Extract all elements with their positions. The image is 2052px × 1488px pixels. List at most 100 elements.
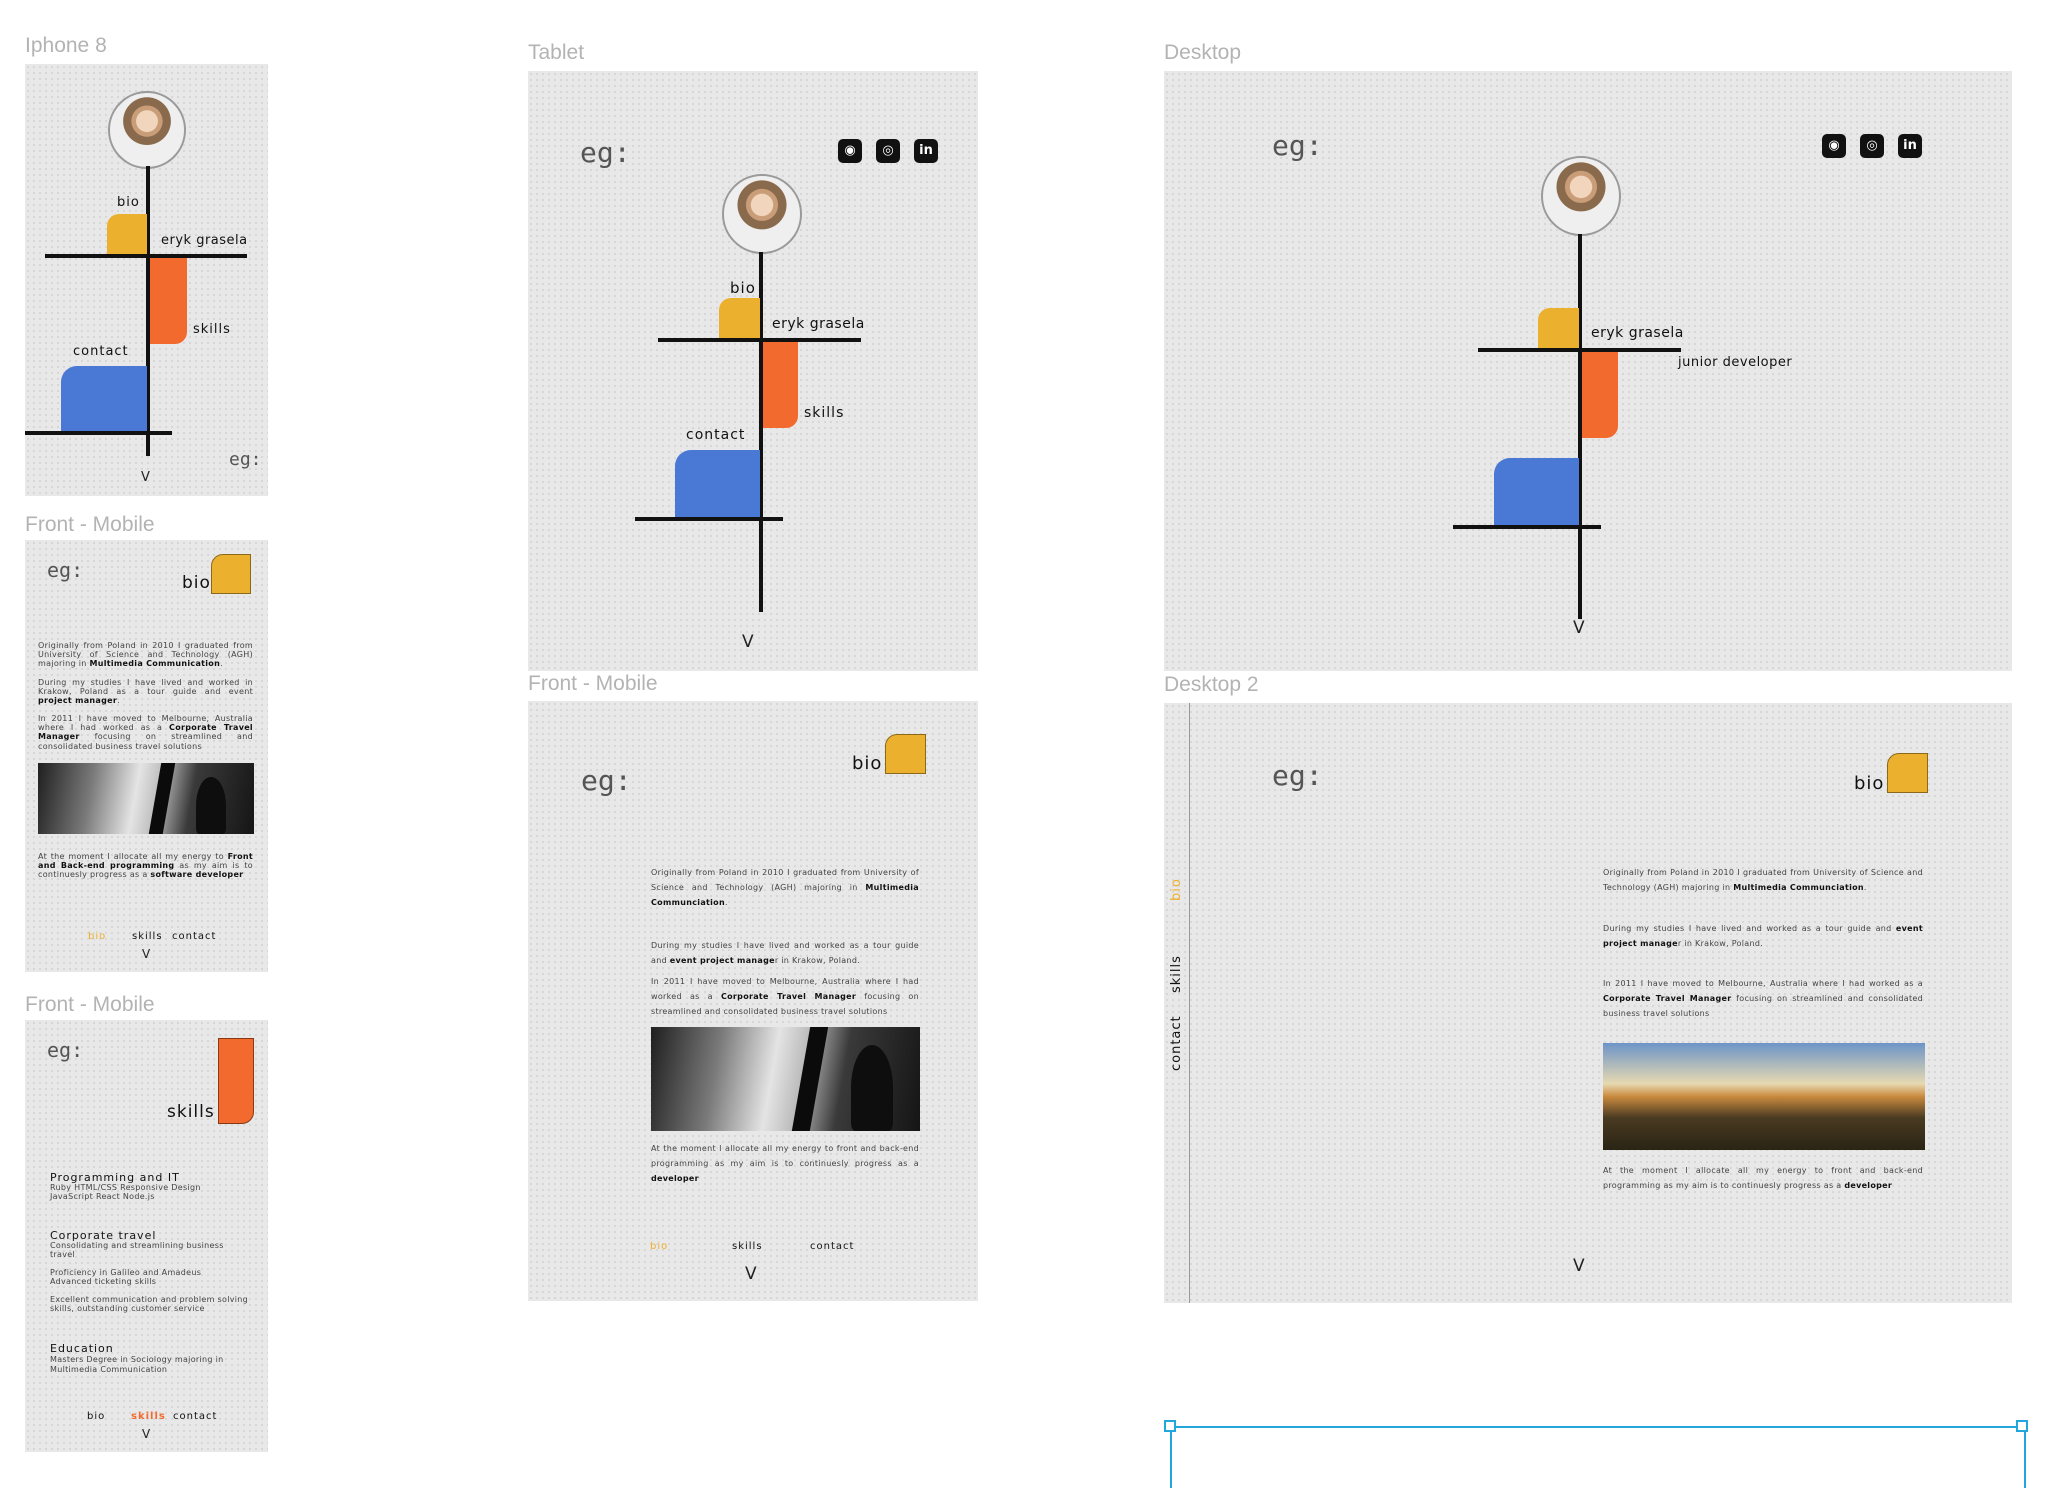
- frame-label-desktop2[interactable]: Desktop 2: [1164, 673, 1259, 697]
- horizontal-axis-line: [45, 254, 247, 258]
- bio-paragraph-1: Originally from Poland in 2010 I graduat…: [38, 641, 253, 669]
- frame-desktop2[interactable]: bio skills contact eg: bio Originally fr…: [1164, 703, 2012, 1303]
- nav-bio[interactable]: bio: [650, 1241, 668, 1252]
- bio-photo: [38, 763, 254, 834]
- nav-contact[interactable]: contact: [172, 931, 216, 942]
- skills-block[interactable]: [150, 258, 187, 344]
- github-icon[interactable]: ◉: [1822, 134, 1846, 158]
- logo[interactable]: eg:: [1272, 129, 1323, 162]
- nav-skills[interactable]: skills: [732, 1241, 763, 1252]
- logo[interactable]: eg:: [47, 1038, 83, 1062]
- contact-label[interactable]: contact: [686, 427, 745, 443]
- contact-block[interactable]: [1494, 458, 1579, 527]
- contact-label[interactable]: contact: [73, 344, 129, 359]
- scroll-down-chevron[interactable]: V: [141, 470, 150, 485]
- frame-label-desktop[interactable]: Desktop: [1164, 41, 1241, 65]
- frame-tablet-bio[interactable]: eg: bio Originally from Poland in 2010 I…: [528, 701, 978, 1301]
- frame-label-tablet[interactable]: Tablet: [528, 41, 584, 65]
- bio-paragraph-4: At the moment I allocate all my energy t…: [1603, 1166, 1923, 1191]
- frame-label-front-mobile-2[interactable]: Front - Mobile: [25, 993, 155, 1017]
- photo-person: [1843, 1063, 1887, 1150]
- frame-label-front-mobile-1[interactable]: Front - Mobile: [25, 513, 155, 537]
- bio-paragraph-1: Originally from Poland in 2010 I graduat…: [1603, 868, 1923, 893]
- photo-person: [196, 777, 226, 834]
- logo[interactable]: eg:: [580, 136, 631, 169]
- logo[interactable]: eg:: [1272, 759, 1323, 792]
- bio-paragraph-2: During my studies I have lived and worke…: [651, 941, 919, 966]
- skills-heading: skills: [167, 1102, 215, 1122]
- frame-selection-box[interactable]: [1170, 1426, 2026, 1488]
- side-nav-skills[interactable]: skills: [1169, 955, 1184, 993]
- role-label: junior developer: [1678, 355, 1793, 370]
- scroll-down-chevron[interactable]: V: [745, 1264, 757, 1284]
- bio-paragraph-4: At the moment I allocate all my energy t…: [651, 1144, 919, 1184]
- scroll-down-chevron[interactable]: V: [1573, 1256, 1585, 1276]
- logo[interactable]: eg:: [229, 449, 262, 470]
- side-nav-divider: [1189, 703, 1190, 1303]
- bio-label[interactable]: bio: [117, 195, 140, 210]
- logo[interactable]: eg:: [581, 764, 632, 797]
- skills-section-title: Education: [50, 1342, 114, 1355]
- bio-block[interactable]: [1538, 308, 1579, 348]
- nav-skills[interactable]: skills: [131, 1411, 166, 1422]
- bio-paragraph-2: During my studies I have lived and worke…: [1603, 924, 1923, 949]
- skills-block: [218, 1038, 254, 1124]
- nav-bio[interactable]: bio: [87, 1411, 105, 1422]
- logo[interactable]: eg:: [47, 558, 83, 582]
- name-label: eryk grasela: [161, 233, 248, 248]
- bio-photo: [1603, 1043, 1925, 1150]
- horizontal-axis-line: [1478, 348, 1681, 352]
- selection-handle-top-left[interactable]: [1164, 1420, 1176, 1432]
- frame-label-iphone8[interactable]: Iphone 8: [25, 34, 107, 58]
- bio-photo: [651, 1027, 920, 1131]
- bio-block: [211, 554, 251, 594]
- selection-handle-top-right[interactable]: [2016, 1420, 2028, 1432]
- side-nav-bio[interactable]: bio: [1169, 878, 1184, 901]
- bio-paragraph-3: In 2011 I have moved to Melbourne, Austr…: [1603, 979, 1923, 1019]
- scroll-down-chevron[interactable]: V: [742, 632, 754, 652]
- skills-section-line: Proficiency in Galileo and Amadeus Advan…: [50, 1268, 202, 1286]
- bottom-axis-line: [1453, 525, 1601, 529]
- frame-tablet[interactable]: eg: ◉ ◎ in bio eryk grasela skills conta…: [528, 71, 978, 671]
- side-nav-contact[interactable]: contact: [1169, 1015, 1184, 1071]
- contact-block[interactable]: [61, 366, 147, 433]
- photo-pole: [791, 1027, 829, 1131]
- instagram-icon[interactable]: ◎: [1860, 134, 1884, 158]
- skills-section-line: Masters Degree in Sociology majoring in …: [50, 1355, 224, 1374]
- nav-skills[interactable]: skills: [132, 931, 163, 942]
- bio-paragraph-3: In 2011 I have moved to Melbourne, Austr…: [651, 977, 919, 1017]
- github-icon[interactable]: ◉: [838, 139, 862, 163]
- horizontal-axis-line: [658, 338, 861, 342]
- frame-iphone8[interactable]: bio eryk grasela skills contact V eg:: [25, 64, 268, 496]
- linkedin-icon[interactable]: in: [1898, 134, 1922, 158]
- bio-label[interactable]: bio: [730, 279, 756, 297]
- photo-person: [851, 1045, 893, 1131]
- bio-block: [885, 734, 926, 774]
- nav-contact[interactable]: contact: [173, 1411, 217, 1422]
- scroll-down-chevron[interactable]: V: [142, 1427, 150, 1441]
- scroll-down-chevron[interactable]: V: [1573, 618, 1585, 638]
- bio-paragraph-3: In 2011 I have moved to Melbourne, Austr…: [38, 714, 253, 751]
- frame-front-mobile-skills[interactable]: eg: skills Programming and IT Ruby HTML/…: [25, 1020, 268, 1452]
- nav-contact[interactable]: contact: [810, 1241, 854, 1252]
- bio-block: [1887, 753, 1928, 793]
- frame-label-front-mobile-3[interactable]: Front - Mobile: [528, 672, 658, 696]
- avatar: [722, 174, 802, 254]
- photo-pole: [1783, 1043, 1801, 1150]
- nav-bio[interactable]: bio: [88, 931, 106, 942]
- instagram-icon[interactable]: ◎: [876, 139, 900, 163]
- skills-block[interactable]: [1582, 352, 1618, 438]
- name-label: eryk grasela: [772, 316, 865, 332]
- bio-block[interactable]: [719, 298, 760, 338]
- skills-section-line: Excellent communication and problem solv…: [50, 1295, 249, 1313]
- frame-desktop[interactable]: eg: ◉ ◎ in eryk grasela junior developer…: [1164, 71, 2012, 671]
- scroll-down-chevron[interactable]: V: [142, 947, 150, 961]
- skills-label[interactable]: skills: [193, 322, 231, 337]
- frame-front-mobile-bio[interactable]: eg: bio Originally from Poland in 2010 I…: [25, 540, 268, 972]
- linkedin-icon[interactable]: in: [914, 139, 938, 163]
- bottom-axis-line: [25, 431, 172, 435]
- skills-label[interactable]: skills: [804, 405, 844, 421]
- contact-block[interactable]: [675, 450, 760, 519]
- skills-block[interactable]: [763, 342, 798, 428]
- bio-block[interactable]: [107, 214, 147, 256]
